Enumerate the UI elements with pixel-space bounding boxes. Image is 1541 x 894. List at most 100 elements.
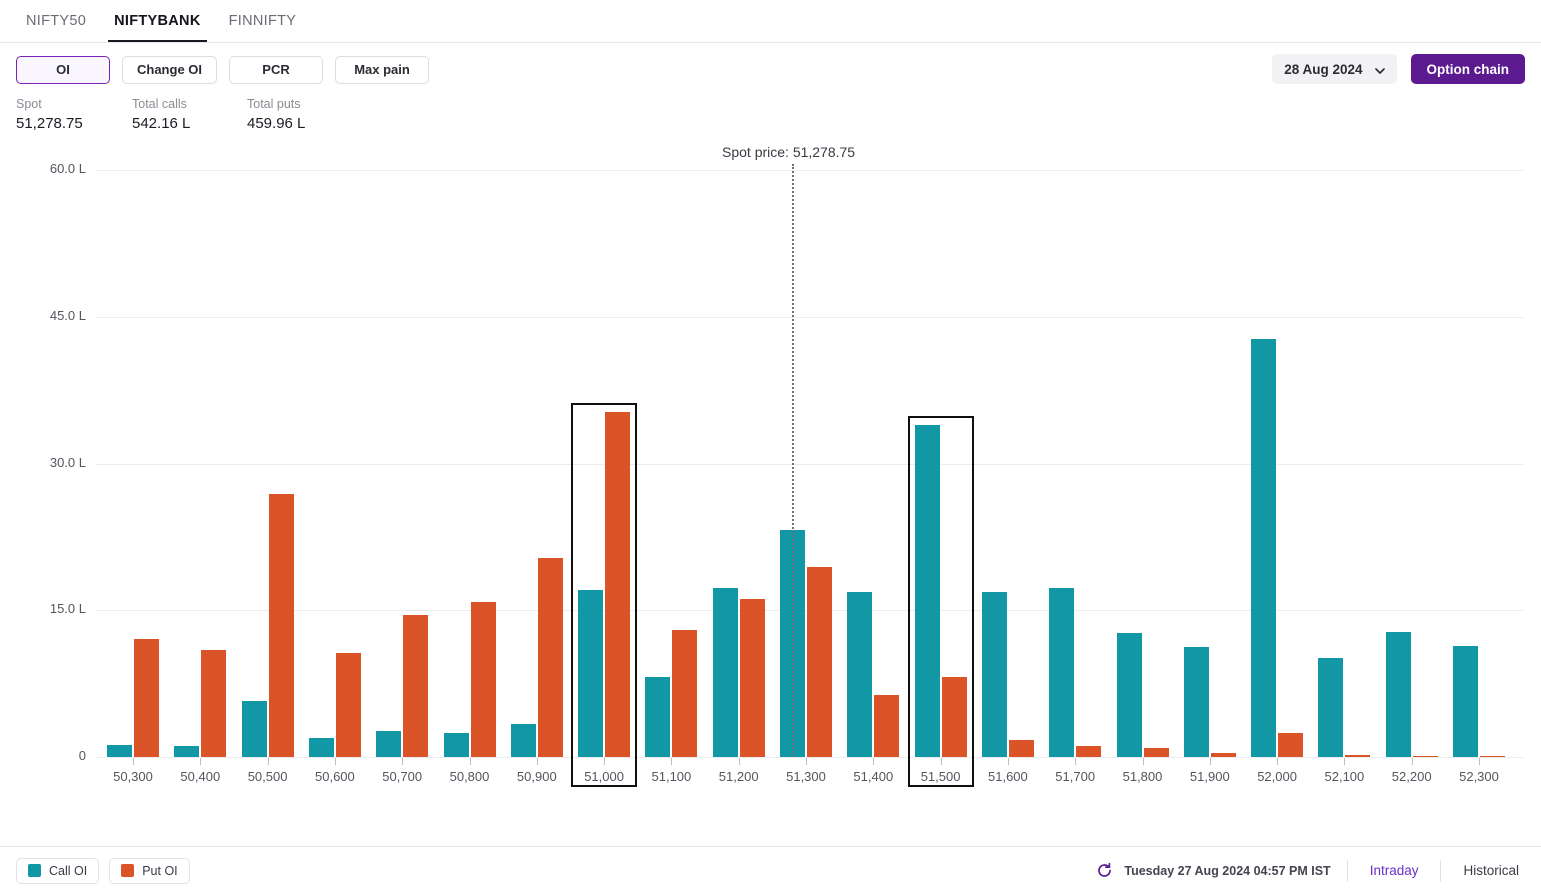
bar-put-oi[interactable] <box>1345 755 1371 757</box>
x-axis-tick-mark <box>1075 758 1077 765</box>
stat-spot: Spot 51,278.75 <box>16 96 132 142</box>
metric-button-oi[interactable]: OI <box>16 55 110 84</box>
metric-button-max-pain[interactable]: Max pain <box>335 55 430 84</box>
highlighted-strike-box[interactable] <box>907 416 974 758</box>
y-axis-tick-label: 60.0 L <box>49 161 86 177</box>
bar-put-oi[interactable] <box>672 629 698 757</box>
x-axis-tick-label[interactable]: 52,300 <box>1434 769 1524 784</box>
footer-right: Tuesday 27 Aug 2024 04:57 PM IST Intrada… <box>1096 859 1525 882</box>
y-axis-tick-label: 0 <box>78 748 86 763</box>
bar-call-oi[interactable] <box>1318 658 1344 757</box>
x-axis-tick-mark <box>334 758 336 765</box>
x-axis-tick-mark <box>1007 758 1009 765</box>
x-axis-tick-mark <box>873 758 875 765</box>
x-axis-tick-mark <box>536 758 538 765</box>
footer-link-historical[interactable]: Historical <box>1457 863 1525 878</box>
stat-total-calls-label: Total calls <box>132 97 187 111</box>
bar-call-oi[interactable] <box>241 701 267 757</box>
x-axis-tick-mark <box>1142 758 1144 765</box>
bar-call-oi[interactable] <box>1385 631 1411 757</box>
legend-item-put-oi[interactable]: Put OI <box>109 857 190 884</box>
bar-call-oi[interactable] <box>1049 587 1075 757</box>
y-axis-tick-label: 15.0 L <box>49 601 86 617</box>
bar-call-oi[interactable] <box>645 676 671 757</box>
tab-niftybank[interactable]: NIFTYBANK <box>100 0 214 42</box>
stat-total-puts-value: 459.96 L <box>247 115 306 132</box>
x-axis-tick-mark <box>402 758 404 765</box>
spot-price-line <box>792 164 794 757</box>
legend-item-call-oi[interactable]: Call OI <box>16 857 100 884</box>
bar-put-oi[interactable] <box>335 653 361 757</box>
bar-put-oi[interactable] <box>268 493 294 757</box>
stat-spot-value: 51,278.75 <box>16 115 83 132</box>
legend-swatch-call <box>28 864 41 877</box>
y-axis-tick-label: 45.0 L <box>49 307 86 323</box>
chevron-down-icon <box>1374 64 1385 74</box>
bar-put-oi[interactable] <box>739 598 765 757</box>
bar-put-oi[interactable] <box>201 650 227 757</box>
bar-call-oi[interactable] <box>1251 339 1277 757</box>
x-axis-tick-mark <box>1209 758 1211 765</box>
tab-finnifty[interactable]: FINNIFTY <box>215 0 311 42</box>
option-chain-button[interactable]: Option chain <box>1410 54 1525 84</box>
expiry-date-select[interactable]: 28 Aug 2024 <box>1272 54 1397 84</box>
legend-label-call: Call OI <box>49 863 88 878</box>
bar-put-oi[interactable] <box>537 558 563 757</box>
chart-plot-area: 0 15.0 L 30.0 L 45.0 L 60.0 L 50,300 50,400 50,… <box>0 142 1541 846</box>
bar-put-oi[interactable] <box>403 615 429 757</box>
bar-call-oi[interactable] <box>107 745 132 757</box>
last-updated-timestamp: Tuesday 27 Aug 2024 04:57 PM IST <box>1124 863 1331 878</box>
bar-call-oi[interactable] <box>847 591 873 757</box>
gridline <box>96 170 1523 172</box>
bar-put-oi[interactable] <box>1480 756 1505 757</box>
stat-total-calls: Total calls 542.16 L <box>132 96 247 142</box>
option-oi-chart-page: NIFTY50 NIFTYBANK FINNIFTY OI Change OI … <box>0 0 1541 894</box>
bar-put-oi[interactable] <box>134 638 159 757</box>
bar-call-oi[interactable] <box>1453 645 1478 757</box>
highlighted-strike-box[interactable] <box>571 402 638 758</box>
footer-divider <box>1346 859 1348 882</box>
index-tabbar: NIFTY50 NIFTYBANK FINNIFTY <box>0 0 1541 43</box>
bar-call-oi[interactable] <box>1116 632 1142 757</box>
x-axis-tick-mark <box>738 758 740 765</box>
chart-controls: OI Change OI PCR Max pain 28 Aug 2024 Op… <box>0 43 1541 96</box>
bar-call-oi[interactable] <box>174 746 200 757</box>
bar-call-oi[interactable] <box>308 738 334 757</box>
bar-put-oi[interactable] <box>1008 740 1034 757</box>
bar-call-oi[interactable] <box>712 587 738 757</box>
x-axis-tick-mark <box>133 758 134 765</box>
bar-call-oi[interactable] <box>376 730 402 757</box>
bar-put-oi[interactable] <box>1210 753 1236 757</box>
footer-divider-2 <box>1440 859 1442 882</box>
highlighted-strike-label-box[interactable] <box>907 757 974 787</box>
bar-put-oi[interactable] <box>1143 748 1169 757</box>
x-axis-tick-mark <box>469 758 471 765</box>
x-axis-tick-mark <box>671 758 673 765</box>
bar-call-oi[interactable] <box>510 723 536 757</box>
x-axis-tick-mark <box>1479 758 1480 765</box>
expiry-date-value: 28 Aug 2024 <box>1284 61 1363 77</box>
spot-price-line-label: Spot price: 51,278.75 <box>722 144 856 160</box>
bar-put-oi[interactable] <box>470 601 496 757</box>
footer-link-intraday[interactable]: Intraday <box>1364 863 1425 878</box>
metric-button-change-oi[interactable]: Change OI <box>122 55 218 84</box>
y-axis-tick-label: 30.0 L <box>49 454 86 470</box>
stat-spot-label: Spot <box>16 97 42 111</box>
bar-call-oi[interactable] <box>443 732 469 757</box>
chart-footer: Call OI Put OI Tuesday 27 Aug 2024 04:57… <box>0 846 1541 894</box>
bar-put-oi[interactable] <box>1412 755 1438 757</box>
highlighted-strike-label-box[interactable] <box>571 757 638 787</box>
bar-call-oi[interactable] <box>981 591 1007 757</box>
bar-call-oi[interactable] <box>1183 647 1209 757</box>
summary-stats: Spot 51,278.75 Total calls 542.16 L Tota… <box>0 96 1541 142</box>
gridline <box>96 316 1523 318</box>
metric-button-pcr[interactable]: PCR <box>229 55 324 84</box>
bar-put-oi[interactable] <box>807 567 832 757</box>
tab-nifty50[interactable]: NIFTY50 <box>12 0 100 42</box>
bar-put-oi[interactable] <box>1076 746 1102 757</box>
x-axis-tick-mark <box>267 758 269 765</box>
oi-bar-chart: 0 15.0 L 30.0 L 45.0 L 60.0 L 50,300 50,400 50,… <box>0 142 1541 846</box>
bar-put-oi[interactable] <box>1278 732 1304 757</box>
bar-put-oi[interactable] <box>874 695 900 757</box>
refresh-icon[interactable] <box>1096 862 1113 879</box>
